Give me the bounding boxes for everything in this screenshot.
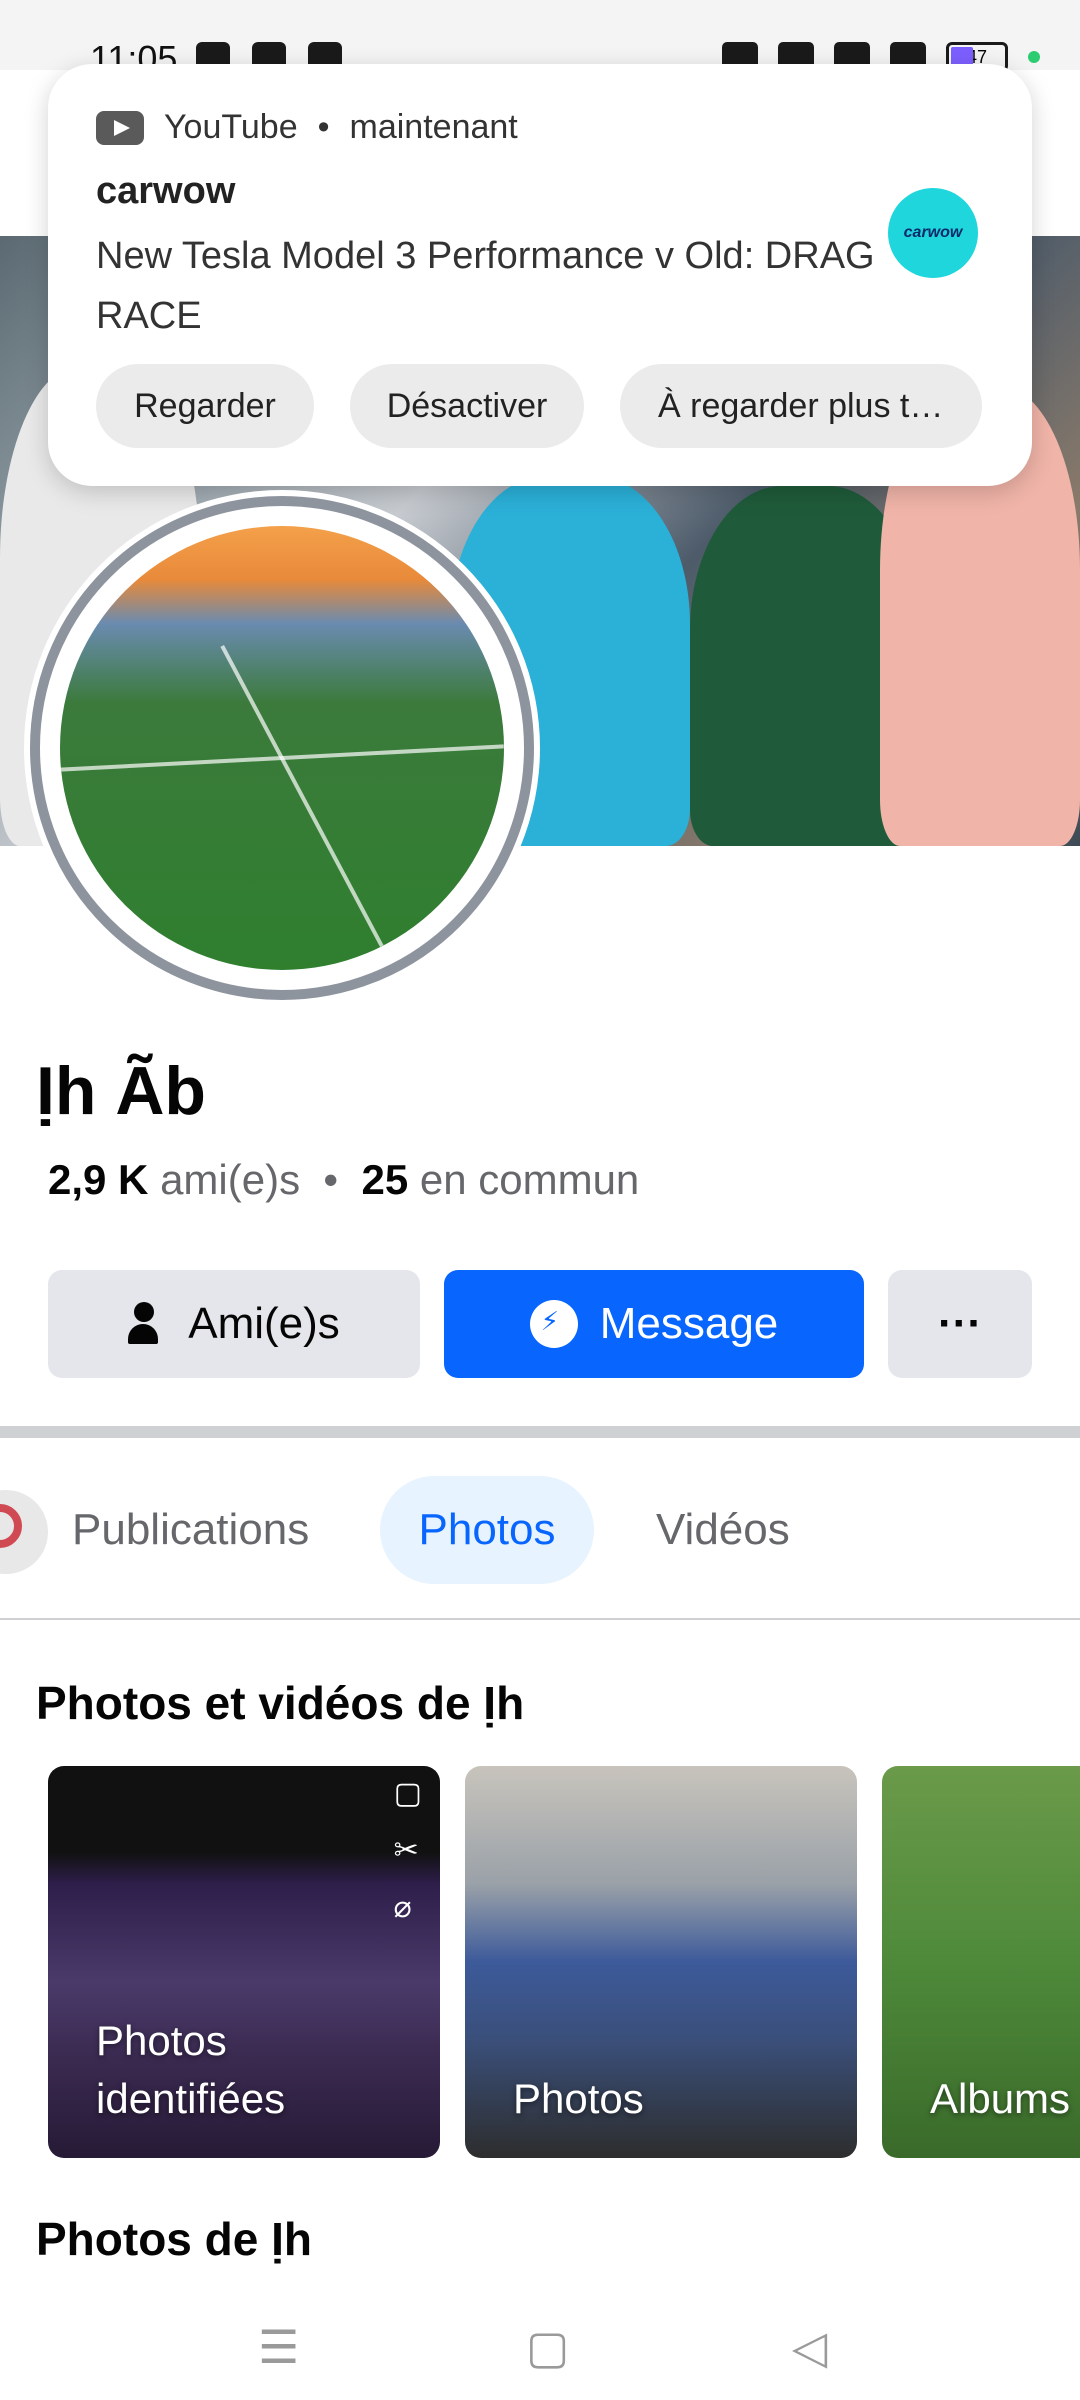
card-label: Albums bbox=[930, 2075, 1071, 2122]
profile-name: Ịh Ãb bbox=[36, 1053, 206, 1129]
card-label-line: identifiées bbox=[96, 2075, 286, 2122]
paperclip-icon: ⌀ bbox=[393, 1891, 412, 1924]
notification-separator: • bbox=[317, 108, 330, 146]
back-icon[interactable]: ◁ bbox=[792, 2320, 827, 2374]
section-divider bbox=[0, 1426, 1080, 1438]
tab-publications[interactable]: Publications bbox=[72, 1476, 309, 1584]
home-icon[interactable]: ▢ bbox=[526, 2320, 569, 2374]
friends-count: 2,9 K bbox=[48, 1156, 149, 1203]
profile-picture[interactable] bbox=[24, 490, 540, 1006]
tab-videos[interactable]: Vidéos bbox=[656, 1476, 790, 1584]
tagged-photos-card[interactable]: ▢ ✂ ⌀ Photos identifiées bbox=[48, 1766, 440, 2158]
profile-stats: 2,9 K ami(e)s • 25 en commun bbox=[48, 1156, 640, 1203]
system-nav-bar: ☰ ▢ ◁ bbox=[0, 2286, 1080, 2400]
profile-picture-image bbox=[60, 526, 504, 970]
privacy-dot-icon bbox=[1028, 51, 1040, 63]
notification-header: YouTube • maintenant bbox=[96, 108, 518, 147]
notification-body: New Tesla Model 3 Performance v Old: DRA… bbox=[96, 235, 875, 337]
friends-button[interactable]: Ami(e)s bbox=[48, 1270, 420, 1378]
scissors-icon: ✂ bbox=[393, 1834, 419, 1867]
youtube-icon bbox=[96, 110, 144, 145]
sticker-icon: ▢ bbox=[393, 1777, 422, 1810]
tab-photos[interactable]: Photos bbox=[380, 1476, 594, 1584]
notification-title: carwow bbox=[96, 170, 236, 212]
disable-button[interactable]: Désactiver bbox=[350, 364, 584, 448]
mutual-count: 25 bbox=[361, 1156, 409, 1203]
card-label-line: Photos bbox=[96, 2017, 227, 2064]
person-check-icon bbox=[128, 1302, 166, 1346]
mutual-label: en commun bbox=[419, 1156, 640, 1203]
menu-icon[interactable]: ☰ bbox=[258, 2320, 299, 2374]
watch-button[interactable]: Regarder bbox=[96, 364, 314, 448]
card-label: Photos bbox=[513, 2075, 644, 2122]
status-bar: 11:05 47 bbox=[0, 0, 1080, 79]
notification-time: maintenant bbox=[349, 108, 518, 146]
field-line bbox=[220, 644, 384, 948]
photos-videos-heading: Photos et vidéos de Ịh bbox=[36, 1677, 525, 1729]
messenger-icon bbox=[529, 1300, 578, 1348]
channel-avatar: carwow bbox=[888, 188, 978, 278]
notification-app-name: YouTube bbox=[164, 108, 298, 146]
more-button[interactable]: ··· bbox=[888, 1270, 1032, 1378]
notification-actions: Regarder Désactiver À regarder plus t… bbox=[96, 364, 982, 448]
friends-button-label: Ami(e)s bbox=[188, 1299, 340, 1348]
watch-later-button[interactable]: À regarder plus t… bbox=[620, 364, 982, 448]
photos-heading: Photos de Ịh bbox=[36, 2213, 312, 2265]
friends-label: ami(e)s bbox=[160, 1156, 301, 1203]
message-button-label: Message bbox=[599, 1299, 779, 1348]
tabs-divider bbox=[0, 1618, 1080, 1620]
story-ring-icon[interactable] bbox=[0, 1490, 48, 1574]
card-label: Photos identifiées bbox=[96, 2012, 285, 2128]
message-button[interactable]: Message bbox=[444, 1270, 864, 1378]
youtube-notification[interactable]: YouTube • maintenant carwow New Tesla Mo… bbox=[48, 64, 1032, 486]
albums-card[interactable]: Albums bbox=[882, 1766, 1080, 2158]
card-edit-icons: ▢ ✂ ⌀ bbox=[394, 1776, 422, 1925]
photos-card[interactable]: Photos bbox=[465, 1766, 857, 2158]
